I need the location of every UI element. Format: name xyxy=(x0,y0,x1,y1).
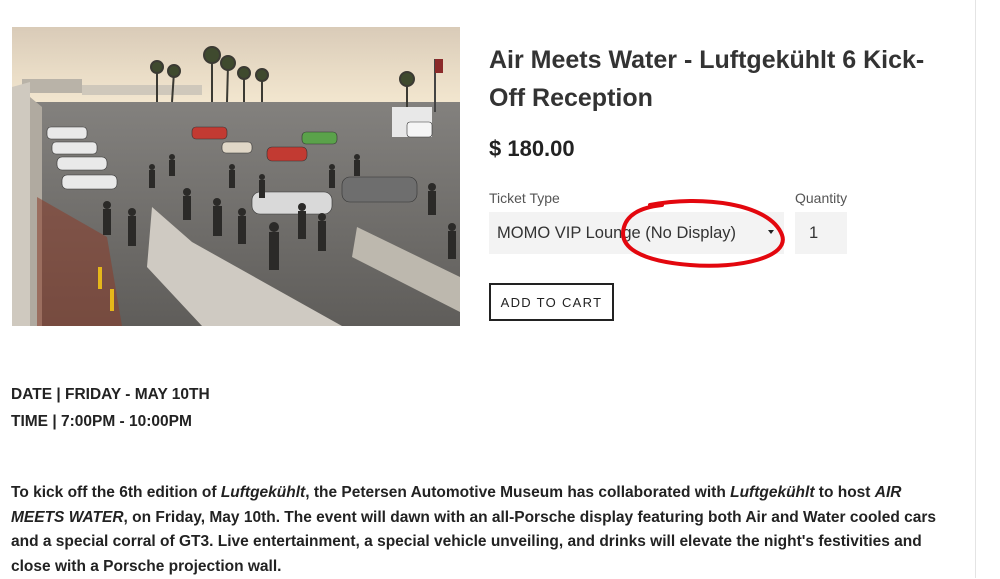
event-time: TIME | 7:00PM - 10:00PM xyxy=(11,413,192,430)
quantity-label: Quantity xyxy=(795,190,848,206)
quantity-value: 1 xyxy=(809,223,819,242)
event-date: DATE | FRIDAY - MAY 10TH xyxy=(11,386,210,403)
product-price: $ 180.00 xyxy=(489,136,575,161)
ticket-type-select[interactable]: MOMO VIP Lounge (No Display) xyxy=(489,212,784,254)
product-image[interactable] xyxy=(12,27,460,326)
add-to-cart-button[interactable]: ADD TO CART xyxy=(489,283,614,321)
quantity-input[interactable]: 1 xyxy=(795,212,847,254)
ticket-type-label: Ticket Type xyxy=(489,190,560,206)
caret-down-icon xyxy=(768,230,774,234)
description-emphasis: Luftgekühlt xyxy=(730,484,815,501)
description-emphasis: Luftgekühlt xyxy=(220,484,306,501)
page-scrollbar[interactable] xyxy=(975,0,976,578)
ticket-type-value: MOMO VIP Lounge (No Display) xyxy=(497,223,737,242)
product-title: Air Meets Water - Luftgekühlt 6 Kick-Off… xyxy=(489,46,925,112)
event-description: To kick off the 6th edition of Luftgeküh… xyxy=(11,484,937,575)
